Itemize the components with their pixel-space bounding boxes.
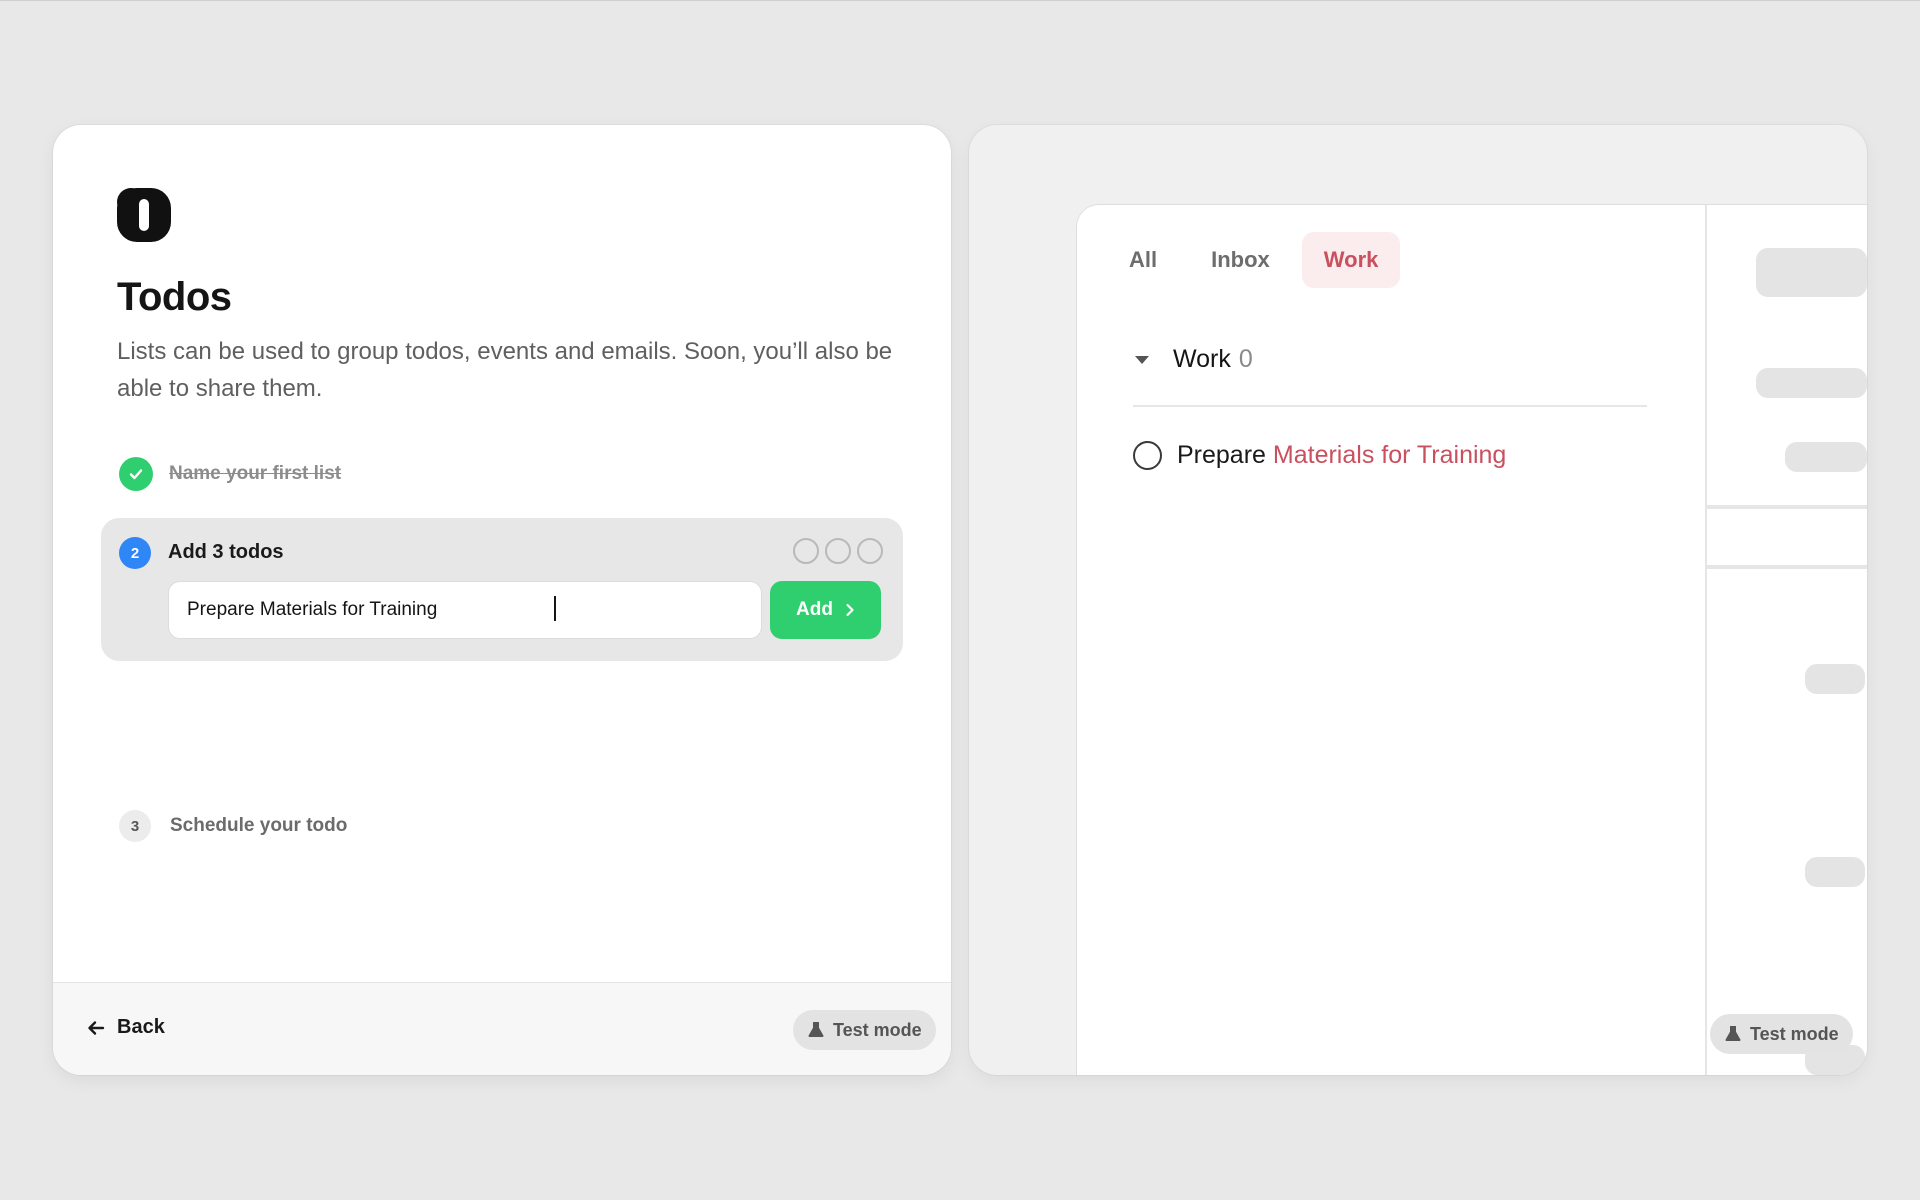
step-label: Add 3 todos [168,541,284,563]
todo-checkbox[interactable] [1133,441,1162,470]
step-number-badge: 2 [119,537,151,569]
check-icon [119,457,153,491]
page-title: Todos [117,275,232,319]
todo-text-prefix: Prepare [1177,441,1266,469]
group-title: Work [1173,345,1231,373]
divider [1707,505,1867,509]
step-add-todos: 2 Add 3 todos Add [101,518,903,661]
app-logo-icon [117,188,171,242]
test-mode-badge[interactable]: Test mode [1710,1014,1853,1054]
skeleton-block [1785,442,1867,472]
todo-input[interactable] [168,581,762,639]
step-number-badge: 3 [119,810,151,842]
todo-progress-dots [793,538,883,564]
step-label: Schedule your todo [170,815,348,836]
todo-text-highlight: Materials for Training [1272,441,1507,469]
tab-all[interactable]: All [1107,232,1179,288]
skeleton-block [1805,857,1865,887]
step-label: Name your first list [169,463,342,484]
list-group-header[interactable]: Work 0 [1133,345,1253,374]
back-button[interactable]: Back [87,1016,165,1039]
chevron-right-icon [846,603,854,617]
group-count: 0 [1238,345,1253,373]
flask-icon [808,1022,824,1037]
skeleton-block [1805,664,1865,694]
step-schedule-todo: 3 Schedule your todo [119,809,347,843]
progress-dot [857,538,883,564]
add-button[interactable]: Add [770,581,881,639]
add-button-label: Add [796,599,833,620]
pane-divider [1705,205,1707,1075]
window-top-border [0,0,1920,1]
page-description: Lists can be used to group todos, events… [117,338,893,402]
progress-dot [793,538,819,564]
todo-item[interactable]: Prepare Materials for Training [1133,441,1506,470]
tab-work[interactable]: Work [1301,232,1401,288]
test-mode-label: Test mode [1750,1023,1839,1044]
progress-dot [825,538,851,564]
arrow-left-icon [88,1020,105,1035]
divider [1707,565,1867,569]
app-preview-window: All Inbox Work Work 0 Prepare Materials … [1077,205,1867,1075]
tab-inbox[interactable]: Inbox [1189,232,1292,288]
onboarding-card: Todos Lists can be used to group todos, … [53,125,951,1075]
app-preview-card: All Inbox Work Work 0 Prepare Materials … [969,125,1867,1075]
back-label: Back [117,1016,165,1038]
divider [1133,405,1647,407]
card-footer: Back Test mode [53,982,951,1075]
test-mode-badge[interactable]: Test mode [793,1010,936,1050]
caret-down-icon [1135,355,1149,364]
skeleton-block [1756,248,1867,297]
test-mode-label: Test mode [833,1019,922,1040]
step-name-list: Name your first list [119,457,341,491]
todo-text: Prepare Materials for Training [1177,441,1506,470]
skeleton-block [1756,368,1867,398]
flask-icon [1725,1026,1741,1041]
text-caret [554,596,556,621]
list-tabs: All Inbox Work [1107,232,1401,288]
